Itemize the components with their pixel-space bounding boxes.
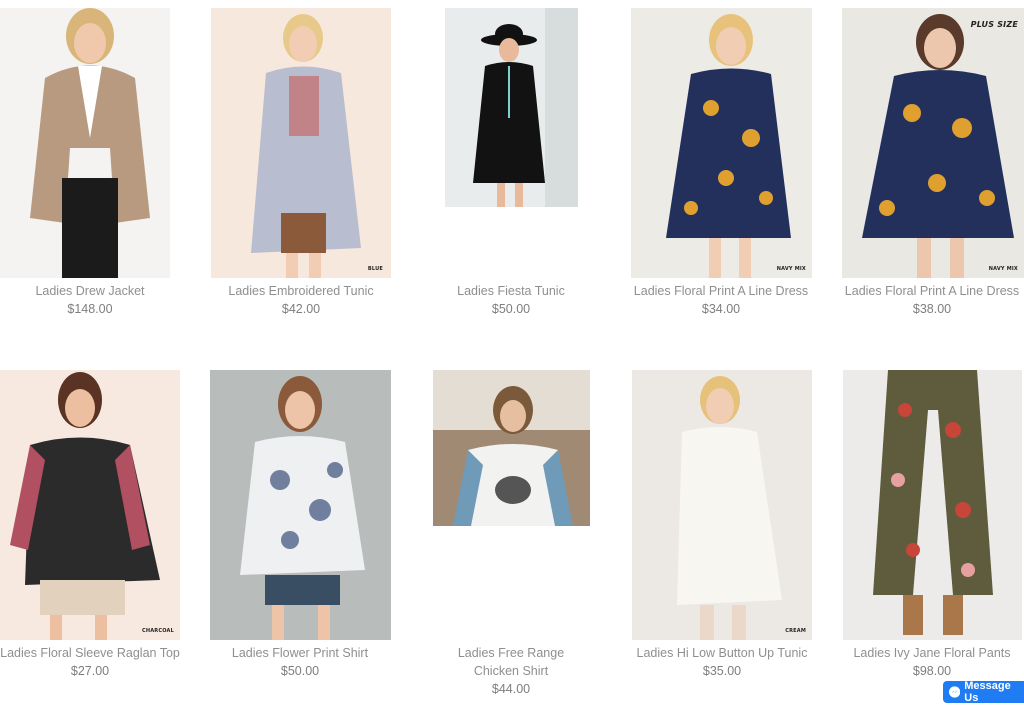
product-image[interactable]: PLUS SIZE NAVY MIX	[842, 8, 1024, 278]
product-image[interactable]	[433, 370, 590, 526]
product-image[interactable]	[210, 370, 391, 640]
product-image[interactable]	[843, 370, 1022, 640]
product-title[interactable]: Ladies Drew Jacket	[0, 282, 190, 300]
product-title[interactable]: Ladies Embroidered Tunic	[201, 282, 401, 300]
color-tag: CREAM	[785, 628, 806, 634]
product-price: $148.00	[67, 302, 113, 316]
color-tag: NAVY MIX	[988, 266, 1018, 272]
product-price: $34.00	[701, 302, 741, 316]
product-image[interactable]: BLUE	[211, 8, 391, 278]
product-price: $50.00	[491, 302, 531, 316]
product-title[interactable]: Ladies Floral Print A Line Dress	[621, 282, 821, 300]
product-title[interactable]: Ladies Free Range Chicken Shirt	[441, 644, 581, 680]
product-image[interactable]	[0, 8, 170, 278]
product-title[interactable]: Ladies Fiesta Tunic	[411, 282, 611, 300]
product-price: $42.00	[281, 302, 321, 316]
product-title[interactable]: Ladies Flower Print Shirt	[200, 644, 400, 662]
plus-size-badge: PLUS SIZE	[970, 20, 1018, 29]
product-image[interactable]: CREAM	[632, 370, 812, 640]
product-price: $38.00	[912, 302, 952, 316]
product-price: $27.00	[70, 664, 110, 678]
color-tag: BLUE	[367, 266, 383, 272]
product-title[interactable]: Ladies Ivy Jane Floral Pants	[832, 644, 1024, 662]
message-us-label: Message Us	[964, 680, 1011, 704]
color-tag: NAVY MIX	[776, 266, 806, 272]
product-image[interactable]: CHARCOAL	[0, 370, 180, 640]
product-title[interactable]: Ladies Hi Low Button Up Tunic	[622, 644, 822, 662]
messenger-icon	[949, 686, 961, 698]
product-title[interactable]: Ladies Floral Sleeve Raglan Top	[0, 644, 190, 662]
product-price: $98.00	[912, 664, 952, 678]
product-image[interactable]	[445, 8, 578, 207]
product-image[interactable]: NAVY MIX	[631, 8, 812, 278]
color-tag: CHARCOAL	[141, 628, 174, 634]
message-us-button[interactable]: Message Us	[943, 680, 1024, 704]
product-price: $35.00	[702, 664, 742, 678]
product-price: $44.00	[491, 682, 531, 696]
product-price: $50.00	[280, 664, 320, 678]
product-title[interactable]: Ladies Floral Print A Line Dress	[842, 282, 1022, 300]
